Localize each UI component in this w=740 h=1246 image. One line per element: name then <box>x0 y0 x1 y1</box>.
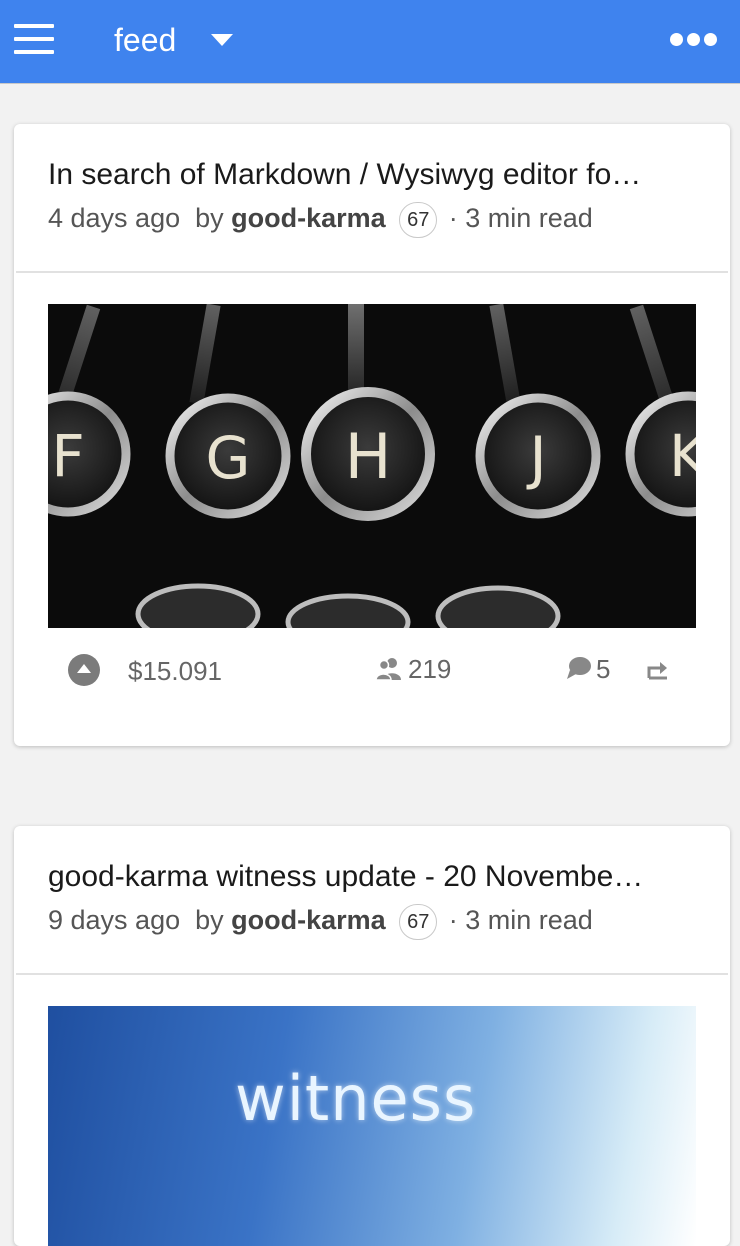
upvote-icon[interactable] <box>68 654 100 686</box>
voters-icon[interactable] <box>376 657 402 681</box>
payout-value[interactable]: $15.091 <box>128 656 222 687</box>
reputation-badge: 67 <box>399 903 438 940</box>
post-title[interactable]: In search of Markdown / Wysiwyg editor f… <box>48 157 698 193</box>
key-letter: F <box>51 422 84 490</box>
reputation-badge: 67 <box>399 201 438 238</box>
author-link[interactable]: good-karma <box>231 905 386 935</box>
divider <box>16 973 728 975</box>
typewriter-keys-image: F G H J K <box>48 304 696 628</box>
post-image[interactable]: witness <box>48 1006 696 1246</box>
post-card: In search of Markdown / Wysiwyg editor f… <box>14 124 730 746</box>
caret-down-icon[interactable] <box>211 34 233 46</box>
read-time: · 3 min read <box>448 905 593 935</box>
post-footer: $15.091 219 5 <box>14 644 730 694</box>
feed-title[interactable]: feed <box>114 19 176 61</box>
divider <box>16 271 728 273</box>
hamburger-menu-icon[interactable] <box>14 24 54 54</box>
share-icon[interactable] <box>646 657 670 681</box>
key-letter: H <box>345 420 392 493</box>
post-card: good-karma witness update - 20 Novembe… … <box>14 826 730 1246</box>
voters-count[interactable]: 219 <box>408 654 451 685</box>
post-meta: 9 days ago by good-karma 67 · 3 min read <box>48 902 593 940</box>
more-dots-icon[interactable] <box>670 33 718 47</box>
author-link[interactable]: good-karma <box>231 203 386 233</box>
by-label: by <box>195 203 224 233</box>
post-age: 9 days ago <box>48 905 181 935</box>
witness-image-text: witness <box>235 1062 477 1135</box>
post-age: 4 days ago <box>48 203 181 233</box>
post-image[interactable]: F G H J K <box>48 304 696 628</box>
top-app-bar: feed <box>0 0 740 84</box>
comments-count[interactable]: 5 <box>596 654 610 685</box>
post-meta: 4 days ago by good-karma 67 · 3 min read <box>48 200 593 238</box>
comment-icon[interactable] <box>566 656 592 680</box>
read-time: · 3 min read <box>448 203 593 233</box>
key-letter: K <box>669 422 696 490</box>
by-label: by <box>195 905 224 935</box>
key-letter: J <box>526 424 546 492</box>
post-title[interactable]: good-karma witness update - 20 Novembe… <box>48 859 698 895</box>
key-letter: G <box>206 424 251 492</box>
